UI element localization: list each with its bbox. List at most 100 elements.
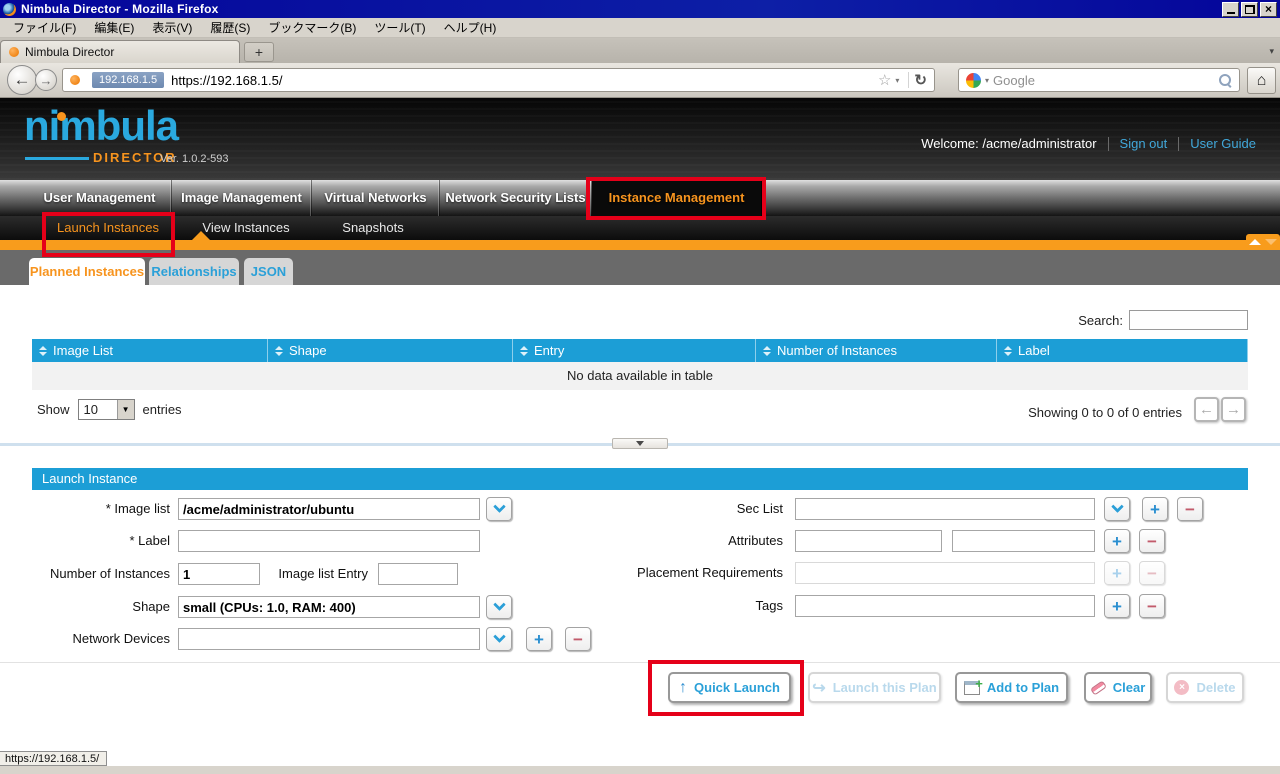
home-button[interactable]: ⌂ [1247,67,1276,94]
menu-edit[interactable]: 編集(E) [85,18,143,38]
bookmark-star-icon[interactable]: ☆ [878,71,891,89]
table-search-input[interactable] [1129,310,1248,330]
menu-help[interactable]: ヘルプ(H) [435,18,506,38]
bookmark-caret-icon[interactable]: ▾ [895,76,899,85]
panel-divider-handle[interactable] [612,438,668,449]
tab-strip: Nimbula Director + ▾ [0,38,1280,63]
menu-history[interactable]: 履歴(S) [201,18,259,38]
web-search-input[interactable] [993,73,1218,88]
select-caret-icon[interactable]: ▼ [117,400,134,419]
welcome-bar: Welcome: /acme/administrator Sign out Us… [921,136,1256,151]
launch-instance-header: Launch Instance [32,468,1248,490]
eraser-icon [1090,680,1107,695]
menu-bookmarks[interactable]: ブックマーク(B) [259,18,365,38]
sign-out-link[interactable]: Sign out [1120,136,1168,151]
column-entry[interactable]: Entry [513,339,756,362]
nav-virtual-networks[interactable]: Virtual Networks [312,180,440,216]
engine-caret-icon[interactable]: ▾ [985,76,989,85]
browser-tab[interactable]: Nimbula Director [0,40,240,63]
tab-planned-instances[interactable]: Planned Instances [29,258,145,285]
menu-view[interactable]: 表示(V) [143,18,201,38]
urlbar-divider [908,72,909,88]
logo-underline [25,157,89,160]
network-devices-remove-button[interactable]: − [565,627,591,651]
quick-launch-button[interactable]: ↑ Quick Launch [668,672,791,703]
column-label[interactable]: Label [997,339,1248,362]
subnav-launch-instances[interactable]: Launch Instances [42,216,174,240]
column-number-of-instances[interactable]: Number of Instances [756,339,997,362]
image-list-entry-input[interactable] [378,563,458,585]
quick-launch-arrow-icon: ↑ [679,679,687,697]
url-text[interactable]: https://192.168.1.5/ [171,73,282,88]
back-button[interactable]: ← [7,65,37,95]
version-text: Ver. 1.0.2-593 [160,153,229,165]
sec-list-dropdown-button[interactable] [1104,497,1130,521]
column-shape[interactable]: Shape [268,339,513,362]
status-bar [0,765,1280,774]
site-identity-badge[interactable]: 192.168.1.5 [92,72,164,88]
previous-page-button[interactable]: ← [1194,397,1219,422]
restore-icon [1245,5,1255,14]
image-list-input[interactable] [178,498,480,520]
tags-input[interactable] [795,595,1095,617]
new-tab-button[interactable]: + [244,42,274,62]
shape-input[interactable] [178,596,480,618]
delete-x-icon: × [1174,680,1189,695]
nav-image-management[interactable]: Image Management [172,180,312,216]
tab-json[interactable]: JSON [244,258,293,285]
tags-add-button[interactable]: + [1104,594,1130,618]
attributes-key-input[interactable] [795,530,942,552]
buttons-divider [0,662,1280,663]
tags-remove-button[interactable]: − [1139,594,1165,618]
network-devices-dropdown-button[interactable] [486,627,512,651]
show-label: Show [37,402,70,417]
attributes-add-button[interactable]: + [1104,529,1130,553]
label-label: * Label [10,533,170,548]
panel-collapse-control[interactable] [1246,234,1280,250]
user-guide-link[interactable]: User Guide [1190,136,1256,151]
menu-file[interactable]: ファイル(F) [4,18,85,38]
subnav-view-instances[interactable]: View Instances [200,216,292,240]
site-favicon [9,47,19,57]
sort-icon [275,346,283,356]
search-magnifier-icon[interactable] [1218,73,1232,87]
menu-tools[interactable]: ツール(T) [365,18,434,38]
subnav-snapshots[interactable]: Snapshots [338,216,408,240]
reload-icon[interactable]: ↻ [914,71,927,89]
launch-this-plan-button: ↪ Launch this Plan [808,672,941,703]
close-button[interactable]: × [1260,2,1277,17]
table-empty-row: No data available in table [32,362,1248,390]
url-bar[interactable]: 192.168.1.5 https://192.168.1.5/ ☆ ▾ ↻ [62,68,935,92]
home-icon: ⌂ [1257,72,1267,90]
attributes-remove-button[interactable]: − [1139,529,1165,553]
network-devices-add-button[interactable]: + [526,627,552,651]
next-page-button[interactable]: → [1221,397,1246,422]
sec-list-input[interactable] [795,498,1095,520]
tab-relationships[interactable]: Relationships [149,258,239,285]
menu-bar: ファイル(F) 編集(E) 表示(V) 履歴(S) ブックマーク(B) ツール(… [0,18,1280,38]
shape-dropdown-button[interactable] [486,595,512,619]
restore-button[interactable] [1241,2,1258,17]
page-size-row: Show 10 ▼ entries [37,399,182,420]
sec-list-remove-button[interactable]: − [1177,497,1203,521]
nav-user-management[interactable]: User Management [28,180,172,216]
network-devices-input[interactable] [178,628,480,650]
active-subnav-pointer [192,231,210,240]
forward-button[interactable]: → [35,69,57,91]
add-to-plan-button[interactable]: Add to Plan [955,672,1068,703]
clear-button[interactable]: Clear [1084,672,1152,703]
page-size-select[interactable]: 10 ▼ [78,399,135,420]
attributes-value-input[interactable] [952,530,1095,552]
minimize-button[interactable] [1222,2,1239,17]
web-search-box[interactable]: ▾ [958,68,1240,92]
column-image-list[interactable]: Image List [32,339,268,362]
label-input[interactable] [178,530,480,552]
tags-label: Tags [633,598,783,613]
nav-instance-management[interactable]: Instance Management [592,180,762,216]
list-all-tabs-icon[interactable]: ▾ [1269,46,1274,57]
image-list-dropdown-button[interactable] [486,497,512,521]
collapse-up-icon [1249,239,1261,245]
sec-list-add-button[interactable]: + [1142,497,1168,521]
google-engine-icon[interactable] [966,73,981,88]
nav-network-security-lists[interactable]: Network Security Lists [440,180,592,216]
